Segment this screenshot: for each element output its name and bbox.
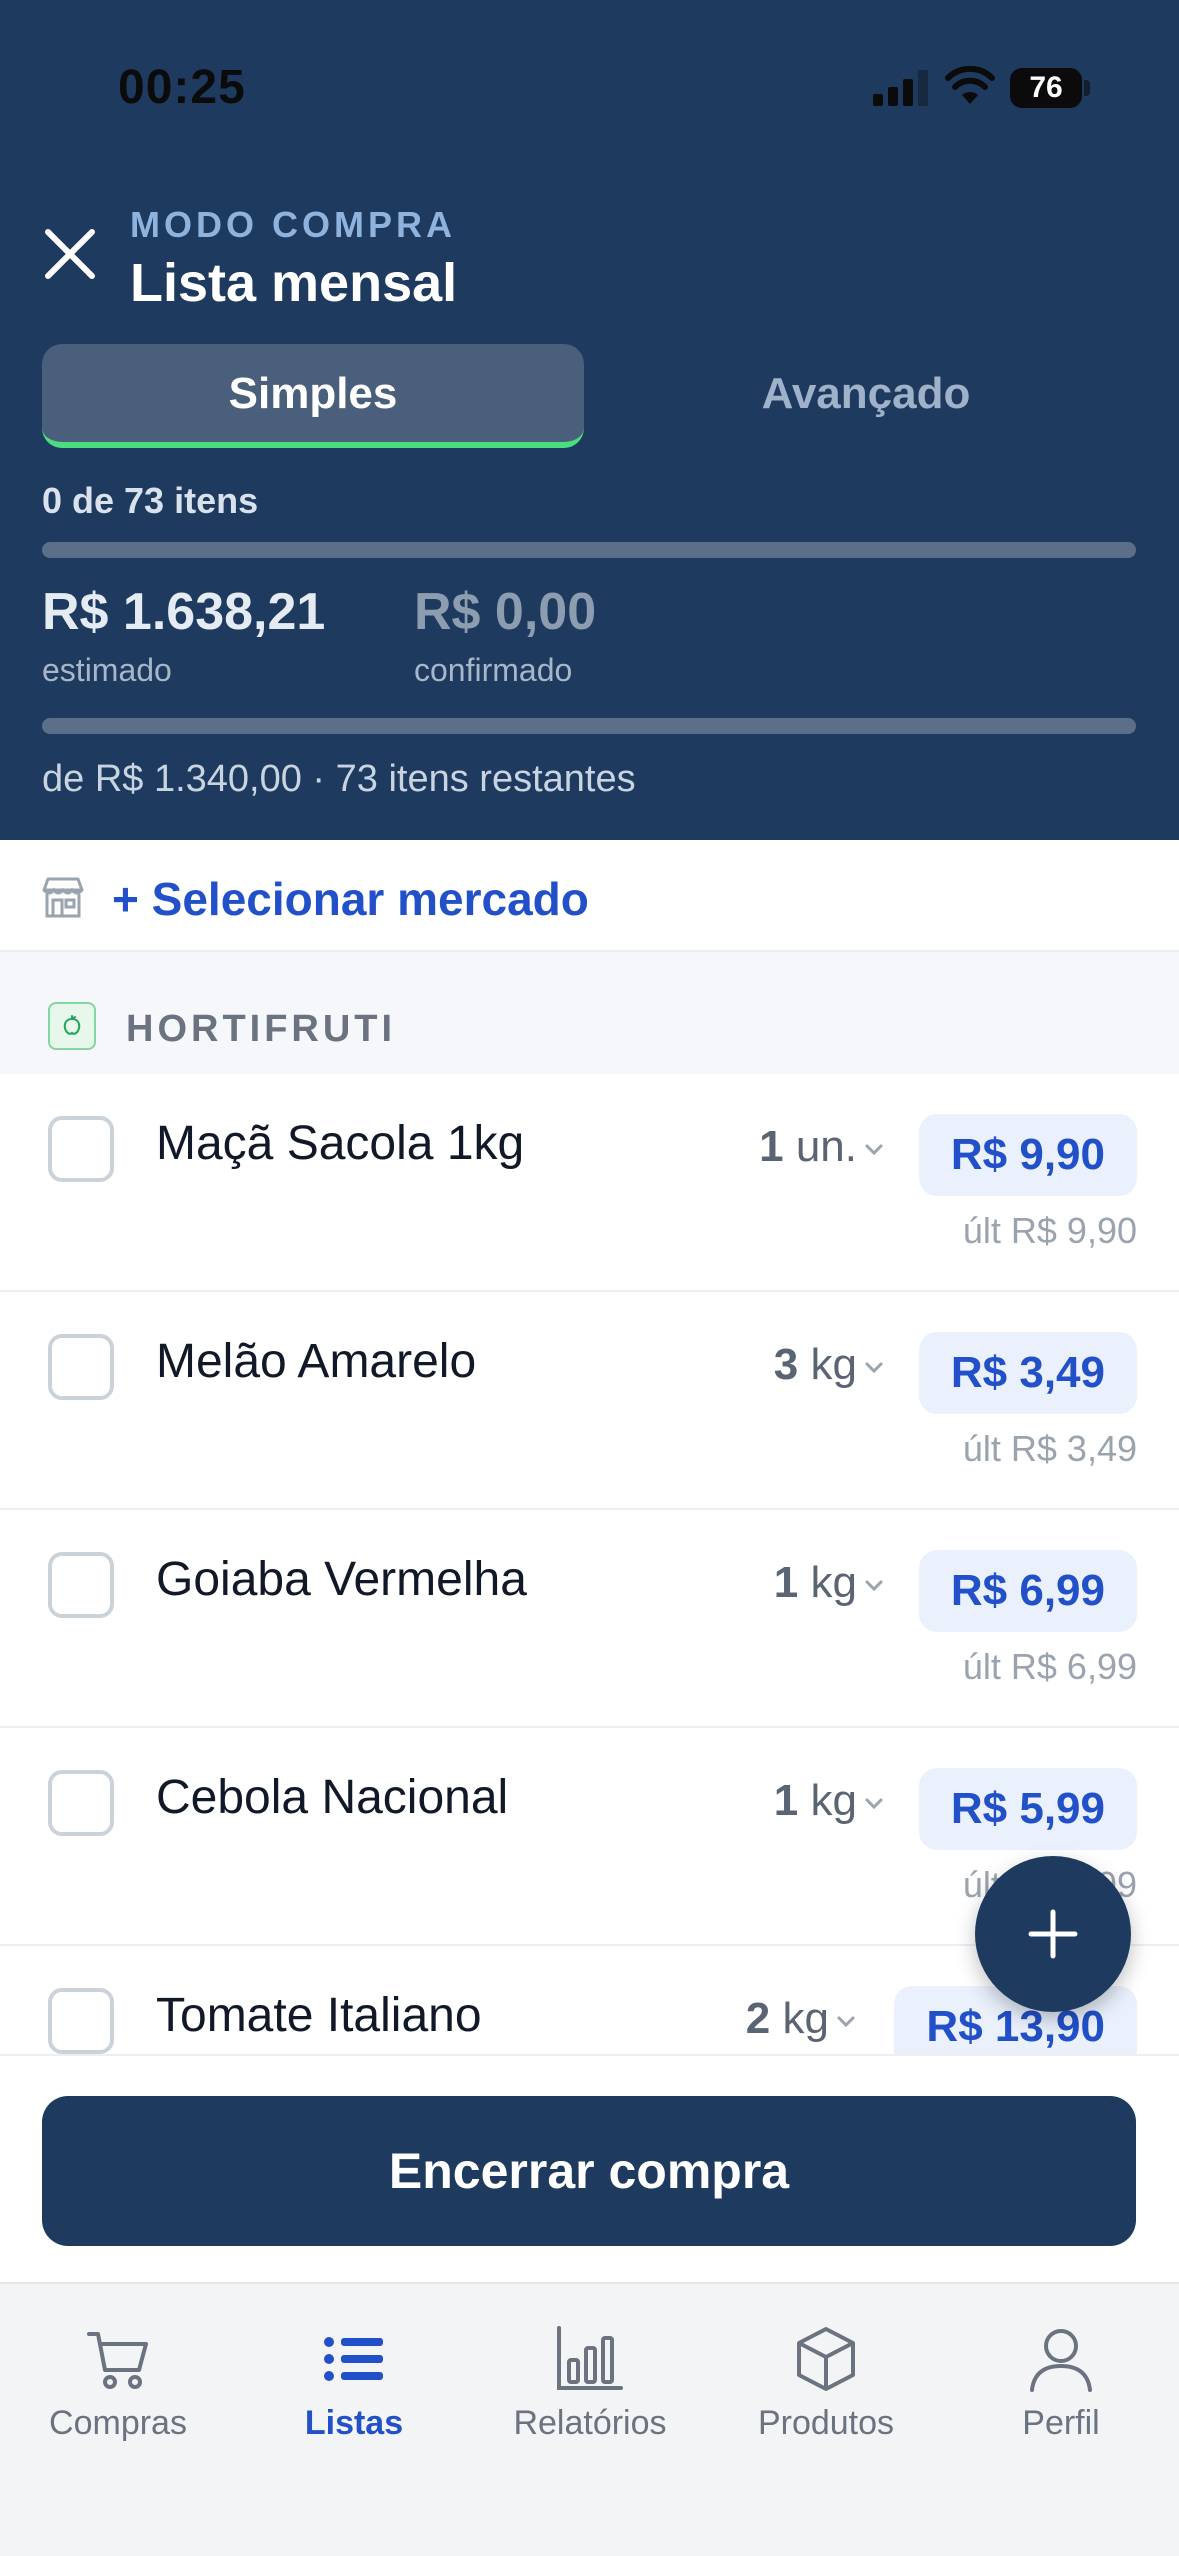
item-name: Cebola Nacional bbox=[156, 1771, 509, 1824]
budget-text: de R$ 1.340,00 · 73 itens restantes bbox=[42, 758, 636, 800]
item-name: Maçã Sacola 1kg bbox=[156, 1117, 525, 1170]
user-icon bbox=[1030, 2329, 1092, 2392]
quantity-selector[interactable]: 1 un. bbox=[759, 1122, 885, 1172]
cart-icon bbox=[87, 2332, 148, 2389]
box-icon bbox=[797, 2327, 855, 2391]
plus-icon bbox=[1028, 1909, 1078, 1959]
estimated-value: R$ 1.638,21 bbox=[42, 583, 326, 641]
bottom-tab-bar: Compras Listas Relatórios Produtos Perfi… bbox=[0, 2282, 1179, 2556]
item-checkbox[interactable] bbox=[48, 1334, 114, 1400]
quantity-unit: kg bbox=[810, 1340, 857, 1389]
bar-chart-icon bbox=[557, 2326, 623, 2390]
item-name: Tomate Italiano bbox=[156, 1989, 482, 2042]
item-name: Goiaba Vermelha bbox=[156, 1553, 527, 1606]
items-progress-bar bbox=[42, 542, 1136, 558]
battery-tip bbox=[1084, 80, 1090, 96]
confirmed-label: confirmado bbox=[414, 652, 573, 688]
chevron-down-icon bbox=[865, 1798, 883, 1810]
store-selector-row[interactable]: + Selecionar mercado bbox=[0, 840, 1179, 952]
category-title: HORTIFRUTI bbox=[126, 1008, 397, 1050]
quantity-value: 2 bbox=[745, 1994, 771, 2043]
tabbar-item-compras[interactable]: Compras bbox=[0, 2324, 236, 2484]
last-price: últ R$ 3,49 bbox=[962, 1428, 1137, 1469]
battery-level: 76 bbox=[1010, 68, 1082, 108]
list-item: Goiaba Vermelha 1 kg R$ 6,99 últ R$ 6,99 bbox=[0, 1510, 1179, 1728]
chevron-down-icon bbox=[865, 1580, 883, 1592]
quantity-value: 1 bbox=[759, 1122, 784, 1171]
budget-progress-bar bbox=[42, 718, 1136, 734]
item-checkbox[interactable] bbox=[48, 1770, 114, 1836]
tabbar-label: Produtos bbox=[757, 2404, 895, 2442]
end-purchase-button[interactable]: Encerrar compra bbox=[42, 2096, 1136, 2246]
last-price: últ R$ 6,99 bbox=[962, 1646, 1137, 1687]
quantity-unit: un. bbox=[795, 1122, 857, 1171]
quantity-value: 1 bbox=[773, 1776, 799, 1825]
quantity-value: 3 bbox=[773, 1340, 799, 1389]
tabbar-item-relatorios[interactable]: Relatórios bbox=[472, 2324, 708, 2484]
last-price: últ R$ 9,90 bbox=[962, 1210, 1137, 1251]
quantity-selector[interactable]: 3 kg bbox=[774, 1340, 885, 1390]
tab-advanced[interactable]: Avançado bbox=[596, 344, 1136, 448]
list-title: Lista mensal bbox=[130, 253, 458, 313]
produce-icon bbox=[48, 1002, 96, 1050]
chevron-down-icon bbox=[865, 1144, 883, 1156]
select-store-link[interactable]: + Selecionar mercado bbox=[112, 872, 589, 926]
add-item-button[interactable] bbox=[975, 1856, 1131, 2012]
price-button[interactable]: R$ 3,49 bbox=[918, 1332, 1137, 1414]
tabbar-item-listas[interactable]: Listas bbox=[236, 2324, 472, 2484]
cellular-signal-icon bbox=[873, 70, 928, 106]
price-button[interactable]: R$ 5,99 bbox=[918, 1768, 1137, 1850]
item-checkbox[interactable] bbox=[48, 1116, 114, 1182]
quantity-selector[interactable]: 1 kg bbox=[774, 1558, 885, 1608]
list-item: Maçã Sacola 1kg 1 un. R$ 9,90 últ R$ 9,9… bbox=[0, 1074, 1179, 1292]
quantity-unit: kg bbox=[810, 1558, 857, 1607]
tabbar-label: Compras bbox=[49, 2404, 187, 2442]
quantity-unit: kg bbox=[782, 1994, 829, 2043]
store-icon bbox=[42, 877, 84, 918]
estimated-label: estimado bbox=[42, 652, 172, 688]
battery-icon: 76 bbox=[1010, 68, 1090, 108]
tabbar-label: Relatórios bbox=[513, 2404, 667, 2442]
item-name: Melão Amarelo bbox=[156, 1335, 477, 1388]
mode-label: MODO COMPRA bbox=[130, 204, 456, 245]
list-icon bbox=[324, 2337, 383, 2381]
shopping-header: 00:25 76 MODO COMPRA Lista mensal Simple… bbox=[0, 0, 1179, 840]
price-button[interactable]: R$ 9,90 bbox=[918, 1114, 1137, 1196]
quantity-selector[interactable]: 1 kg bbox=[774, 1776, 885, 1826]
tabbar-item-perfil[interactable]: Perfil bbox=[943, 2324, 1179, 2484]
status-bar: 00:25 76 bbox=[0, 0, 1179, 170]
footer-action-bar: Encerrar compra bbox=[0, 2054, 1179, 2282]
wifi-icon bbox=[945, 66, 995, 104]
tabbar-item-produtos[interactable]: Produtos bbox=[708, 2324, 944, 2484]
item-checkbox[interactable] bbox=[48, 1988, 114, 2054]
item-checkbox[interactable] bbox=[48, 1552, 114, 1618]
mode-tabs: Simples Avançado bbox=[42, 344, 1136, 448]
quantity-value: 1 bbox=[773, 1558, 799, 1607]
confirmed-value: R$ 0,00 bbox=[414, 583, 597, 641]
category-header: HORTIFRUTI bbox=[0, 952, 1179, 1074]
quantity-selector[interactable]: 2 kg bbox=[746, 1994, 857, 2044]
item-count: 0 de 73 itens bbox=[42, 480, 259, 521]
chevron-down-icon bbox=[837, 2016, 855, 2028]
price-button[interactable]: R$ 6,99 bbox=[918, 1550, 1137, 1632]
status-time: 00:25 bbox=[118, 61, 246, 114]
list-item: Melão Amarelo 3 kg R$ 3,49 últ R$ 3,49 bbox=[0, 1292, 1179, 1510]
quantity-unit: kg bbox=[810, 1776, 857, 1825]
tabbar-label: Perfil bbox=[1022, 2404, 1100, 2442]
chevron-down-icon bbox=[865, 1362, 883, 1374]
close-icon[interactable] bbox=[40, 224, 100, 284]
tabbar-label: Listas bbox=[304, 2404, 404, 2442]
tab-simple[interactable]: Simples bbox=[42, 344, 584, 448]
